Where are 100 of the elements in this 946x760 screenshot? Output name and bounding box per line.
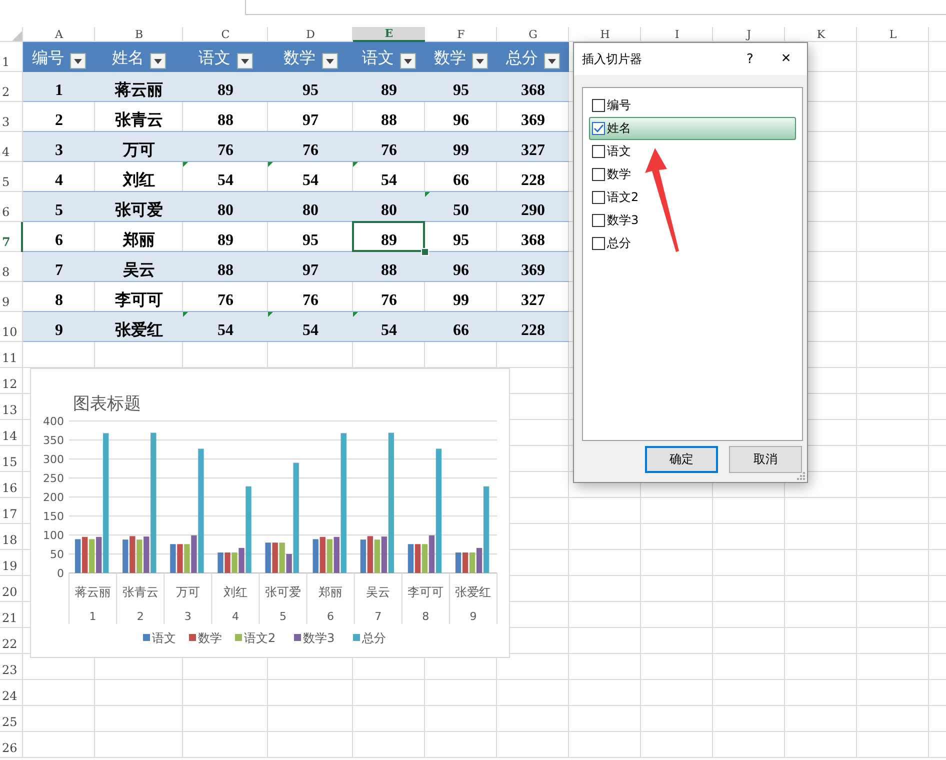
checkbox[interactable] — [592, 191, 605, 204]
row-header[interactable]: 19 — [0, 550, 23, 576]
row-header[interactable]: 9 — [0, 282, 23, 312]
table-cell: 369 — [521, 262, 545, 280]
table-cell: 4 — [55, 172, 63, 190]
row-header[interactable]: 10 — [0, 312, 23, 342]
field-list-item[interactable]: 姓名 — [589, 117, 796, 140]
resize-grip-icon[interactable] — [796, 471, 805, 480]
column-header[interactable]: E — [353, 27, 425, 42]
row-header[interactable]: 25 — [0, 706, 23, 732]
table-cell: 89 — [381, 82, 397, 100]
row-header[interactable]: 14 — [0, 420, 23, 446]
row-header[interactable]: 21 — [0, 602, 23, 628]
column-header[interactable]: C — [183, 27, 268, 42]
category-number: 6 — [327, 610, 334, 623]
checkbox[interactable] — [592, 145, 605, 158]
field-list-item[interactable]: 数学 — [589, 163, 796, 186]
table-cell: 88 — [218, 262, 234, 280]
row-header[interactable]: 12 — [0, 368, 23, 394]
row-header[interactable]: 22 — [0, 628, 23, 654]
y-tick-label: 50 — [50, 548, 64, 561]
row-header[interactable]: 26 — [0, 732, 23, 758]
checkbox[interactable] — [592, 122, 605, 135]
caret-icon — [326, 58, 334, 64]
row-header[interactable]: 18 — [0, 524, 23, 550]
field-list-item[interactable]: 语文 — [589, 140, 796, 163]
row-header[interactable]: 13 — [0, 394, 23, 420]
filter-dropdown-button[interactable] — [322, 53, 338, 69]
checkbox[interactable] — [592, 214, 605, 227]
close-button[interactable]: × — [765, 50, 807, 68]
category-label: 张青云 — [122, 585, 158, 599]
caret-icon — [476, 58, 484, 64]
table-cell: 95 — [302, 82, 318, 100]
filter-dropdown-button[interactable] — [544, 53, 560, 69]
field-list-item[interactable]: 总分 — [589, 232, 796, 255]
ok-button[interactable]: 确定 — [645, 446, 718, 473]
table-cell: 97 — [302, 112, 318, 130]
caret-icon — [548, 58, 556, 64]
table-cell: 9 — [55, 322, 63, 340]
row-header[interactable]: 2 — [0, 72, 23, 102]
field-list-item[interactable]: 数学3 — [589, 209, 796, 232]
legend-label: 语文2 — [244, 631, 276, 645]
filter-dropdown-button[interactable] — [70, 53, 86, 69]
help-button[interactable]: ? — [735, 52, 765, 66]
y-tick-label: 250 — [43, 472, 64, 485]
column-header[interactable]: J — [713, 27, 785, 42]
table-cell: 80 — [381, 202, 397, 220]
field-list-item[interactable]: 语文2 — [589, 186, 796, 209]
row-header[interactable]: 4 — [0, 132, 23, 162]
row-header[interactable]: 11 — [0, 342, 23, 368]
column-header[interactable]: A — [23, 27, 95, 42]
row-header[interactable]: 5 — [0, 162, 23, 192]
y-tick-label: 0 — [57, 567, 64, 580]
table-cell: 8 — [55, 292, 63, 310]
column-header[interactable]: F — [425, 27, 497, 42]
category-label: 万可 — [176, 585, 200, 599]
caret-icon — [154, 58, 162, 64]
checkbox[interactable] — [592, 168, 605, 181]
row-header[interactable]: 15 — [0, 446, 23, 472]
row-header[interactable]: 1 — [0, 42, 23, 72]
cancel-button[interactable]: 取消 — [729, 446, 802, 473]
checkbox[interactable] — [592, 237, 605, 250]
chart-area[interactable]: 0 50 100 150 200 250 300 350 400 蒋云丽 张青云 万可 刘红 张可爱 郑丽 吴云 李可可 张爱红 1 2 3 4 5 6 7 8 9 语文 数学 语文2 数学3 总分 图表标题 — [30, 368, 510, 658]
column-header[interactable]: H — [569, 27, 641, 42]
row-header[interactable]: 23 — [0, 654, 23, 680]
row-header[interactable]: 6 — [0, 192, 23, 222]
table-cell: 吴云 — [123, 262, 155, 280]
row-header[interactable]: 16 — [0, 472, 23, 498]
row-header[interactable]: 24 — [0, 680, 23, 706]
filter-dropdown-button[interactable] — [150, 53, 166, 69]
filter-dropdown-button[interactable] — [236, 53, 252, 69]
column-header[interactable]: I — [641, 27, 713, 42]
column-header[interactable]: B — [95, 27, 183, 42]
filter-dropdown-button[interactable] — [400, 53, 416, 69]
row-header[interactable]: 17 — [0, 498, 23, 524]
table-cell: 327 — [521, 292, 545, 310]
column-header[interactable]: D — [268, 27, 353, 42]
table-cell: 89 — [381, 232, 397, 250]
row-header[interactable]: 20 — [0, 576, 23, 602]
category-label: 郑丽 — [318, 585, 343, 599]
row-header[interactable]: 3 — [0, 102, 23, 132]
row-header[interactable]: 8 — [0, 252, 23, 282]
row-header[interactable]: 7 — [0, 222, 23, 252]
category-label: 吴云 — [366, 585, 390, 599]
table-cell: 80 — [302, 202, 318, 220]
table-cell: 99 — [453, 142, 469, 160]
column-title: 姓名 — [112, 48, 144, 69]
fill-handle[interactable] — [421, 248, 429, 256]
table-cell: 368 — [521, 232, 545, 250]
column-header[interactable]: K — [785, 27, 857, 42]
column-title: 总分 — [506, 48, 538, 69]
filter-dropdown-button[interactable] — [472, 53, 488, 69]
table-cell: 95 — [453, 232, 469, 250]
field-list-item[interactable]: 编号 — [589, 94, 796, 117]
checkbox[interactable] — [592, 99, 605, 112]
category-number: 7 — [374, 610, 382, 623]
column-header[interactable]: G — [497, 27, 569, 42]
column-header[interactable]: L — [857, 27, 929, 42]
table-cell: 228 — [521, 322, 545, 340]
table-cell: 54 — [218, 172, 234, 190]
